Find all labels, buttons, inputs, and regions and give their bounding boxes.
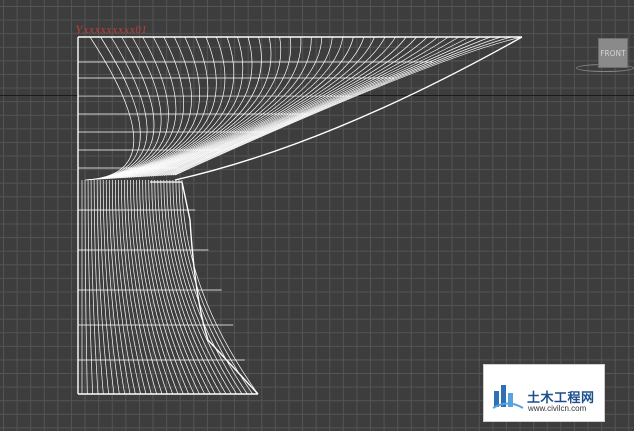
wire-curve [139,36,354,178]
wire-curve [89,36,148,181]
wire-curve [174,36,523,181]
wire-curve [133,36,323,178]
wire-curve [98,36,177,180]
wire-curve [169,179,237,395]
wire-curve [154,179,211,395]
watermark-url: www.civilcn.com [528,404,587,413]
view-cube-label: FRONT [600,48,626,58]
wire-curve [84,36,135,181]
wire-curve [181,181,259,395]
civil-logo-icon [492,385,524,409]
watermark-logo: 土木工程网 www.civilcn.com [483,364,605,422]
wire-curve [87,179,94,395]
view-cube[interactable]: FRONT [598,38,628,68]
object-name-label: Yxxxxxxxxx01 [73,24,149,36]
wire-curve [84,179,88,395]
wire-curve [91,36,155,180]
wire-curve [93,179,104,395]
wire-curve [174,36,523,176]
wire-curve [172,36,512,176]
wire-curve [87,36,141,181]
wire-curve [160,179,221,395]
